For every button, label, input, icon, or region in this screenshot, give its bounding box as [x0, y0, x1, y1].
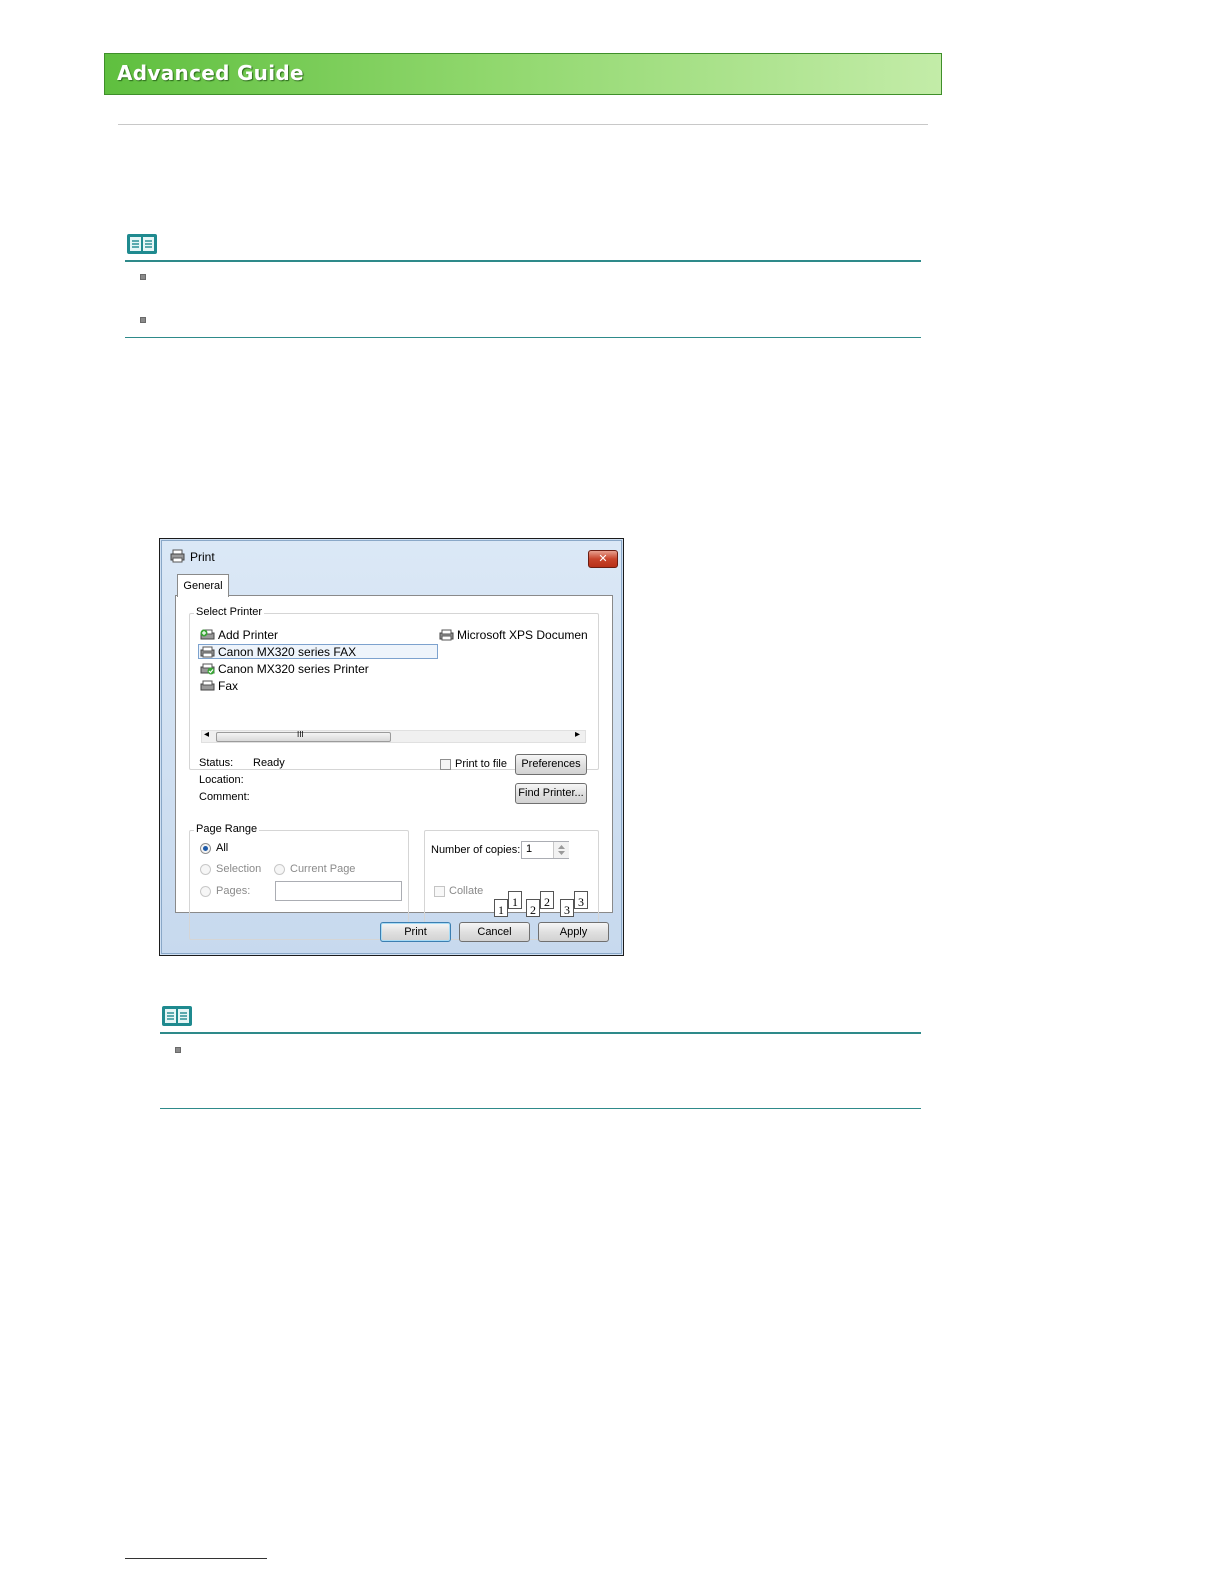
- print-to-file-checkbox[interactable]: [440, 759, 451, 770]
- note-book-icon: [127, 234, 157, 254]
- copies-value: 1: [526, 843, 533, 855]
- scroll-grip: III: [297, 730, 304, 739]
- note-top-rule: [125, 260, 921, 262]
- collate-illustration: 1 1 2 2 3 3: [494, 886, 594, 922]
- find-printer-button[interactable]: Find Printer...: [515, 783, 587, 804]
- printer-icon: [439, 629, 454, 641]
- fax-icon: [200, 680, 215, 691]
- scroll-thumb[interactable]: III: [216, 730, 391, 742]
- printer-list[interactable]: Add Printer Canon MX320 series FAX Canon…: [198, 620, 588, 710]
- footer-rule: [125, 1558, 267, 1559]
- print-to-file-label: Print to file: [455, 758, 507, 770]
- printer-item-canon-fax[interactable]: Canon MX320 series FAX: [198, 644, 440, 661]
- collate-page: 2: [540, 891, 554, 909]
- note-bullet: [140, 274, 146, 280]
- status-value: Ready: [253, 757, 285, 769]
- tab-general[interactable]: General: [177, 574, 229, 597]
- printer-name: Add Printer: [218, 628, 279, 642]
- number-of-copies-label: Number of copies:: [431, 844, 521, 856]
- comment-label: Comment:: [199, 791, 250, 803]
- printer-list-scrollbar[interactable]: ◂ III ▸: [201, 729, 586, 743]
- printer-item-canon-printer[interactable]: Canon MX320 series Printer: [200, 662, 440, 678]
- note-bullet: [175, 1047, 181, 1053]
- printer-name: Canon MX320 series FAX: [218, 645, 357, 659]
- collate-label: Collate: [449, 885, 484, 897]
- pages-input[interactable]: [275, 881, 402, 901]
- radio-selected-dot: [203, 846, 208, 851]
- collate-page: 3: [560, 899, 574, 917]
- note-top-rule: [160, 1032, 921, 1034]
- dialog-frame: Print ✕ General Select Printer Add Print…: [161, 540, 622, 954]
- general-tab-panel: Select Printer Add Printer Canon MX320 s…: [175, 595, 613, 940]
- current-page-label: Current Page: [290, 863, 356, 875]
- default-printer-icon: [200, 663, 215, 675]
- note-bullet: [140, 317, 146, 323]
- pages-label: Pages:: [216, 885, 251, 897]
- add-printer-icon: [200, 629, 215, 640]
- collate-page: 1: [508, 891, 522, 909]
- page-range-legend: Page Range: [194, 823, 260, 835]
- preferences-button[interactable]: Preferences: [515, 754, 587, 775]
- print-button[interactable]: Print: [380, 922, 451, 942]
- current-page-radio[interactable]: [274, 864, 285, 875]
- fax-printer-icon: [200, 646, 215, 658]
- collate-page: 3: [574, 891, 588, 909]
- selection-label: Selection: [216, 863, 262, 875]
- printer-name: Canon MX320 series Printer: [218, 662, 369, 676]
- note-bottom-rule: [125, 337, 921, 338]
- printer-item-add-printer[interactable]: Add Printer: [200, 628, 440, 644]
- close-button[interactable]: ✕: [588, 550, 618, 568]
- guide-title: Advanced Guide: [117, 61, 304, 85]
- note-book-icon: [162, 1006, 192, 1026]
- print-dialog: Print ✕ General Select Printer Add Print…: [159, 538, 624, 956]
- selection-radio[interactable]: [200, 864, 211, 875]
- apply-button[interactable]: Apply: [538, 922, 609, 942]
- cancel-button[interactable]: Cancel: [459, 922, 530, 942]
- copies-input[interactable]: 1: [521, 841, 569, 859]
- header-divider: [118, 124, 928, 125]
- printer-item-fax[interactable]: Fax: [200, 679, 440, 695]
- note-bottom-rule: [160, 1108, 921, 1109]
- scroll-left-arrow-icon[interactable]: ◂: [204, 729, 209, 740]
- all-radio[interactable]: [200, 843, 211, 854]
- spinner-arrows-icon: [558, 845, 565, 855]
- status-label: Status:: [199, 757, 234, 769]
- collate-page: 1: [494, 899, 508, 917]
- location-label: Location:: [199, 774, 244, 786]
- printer-name: Fax: [218, 679, 239, 693]
- dialog-title: Print: [190, 550, 215, 564]
- all-label: All: [216, 842, 229, 854]
- printer-name: Microsoft XPS Documen: [457, 628, 588, 642]
- printer-icon: [170, 549, 185, 563]
- copies-spinner[interactable]: [553, 842, 569, 858]
- collate-checkbox[interactable]: [434, 886, 445, 897]
- select-printer-legend: Select Printer: [194, 606, 265, 618]
- guide-header-banner: Advanced Guide: [104, 53, 942, 95]
- printer-item-xps[interactable]: Microsoft XPS Documen: [439, 628, 588, 644]
- scroll-right-arrow-icon[interactable]: ▸: [575, 729, 580, 740]
- pages-radio[interactable]: [200, 886, 211, 897]
- collate-page: 2: [526, 899, 540, 917]
